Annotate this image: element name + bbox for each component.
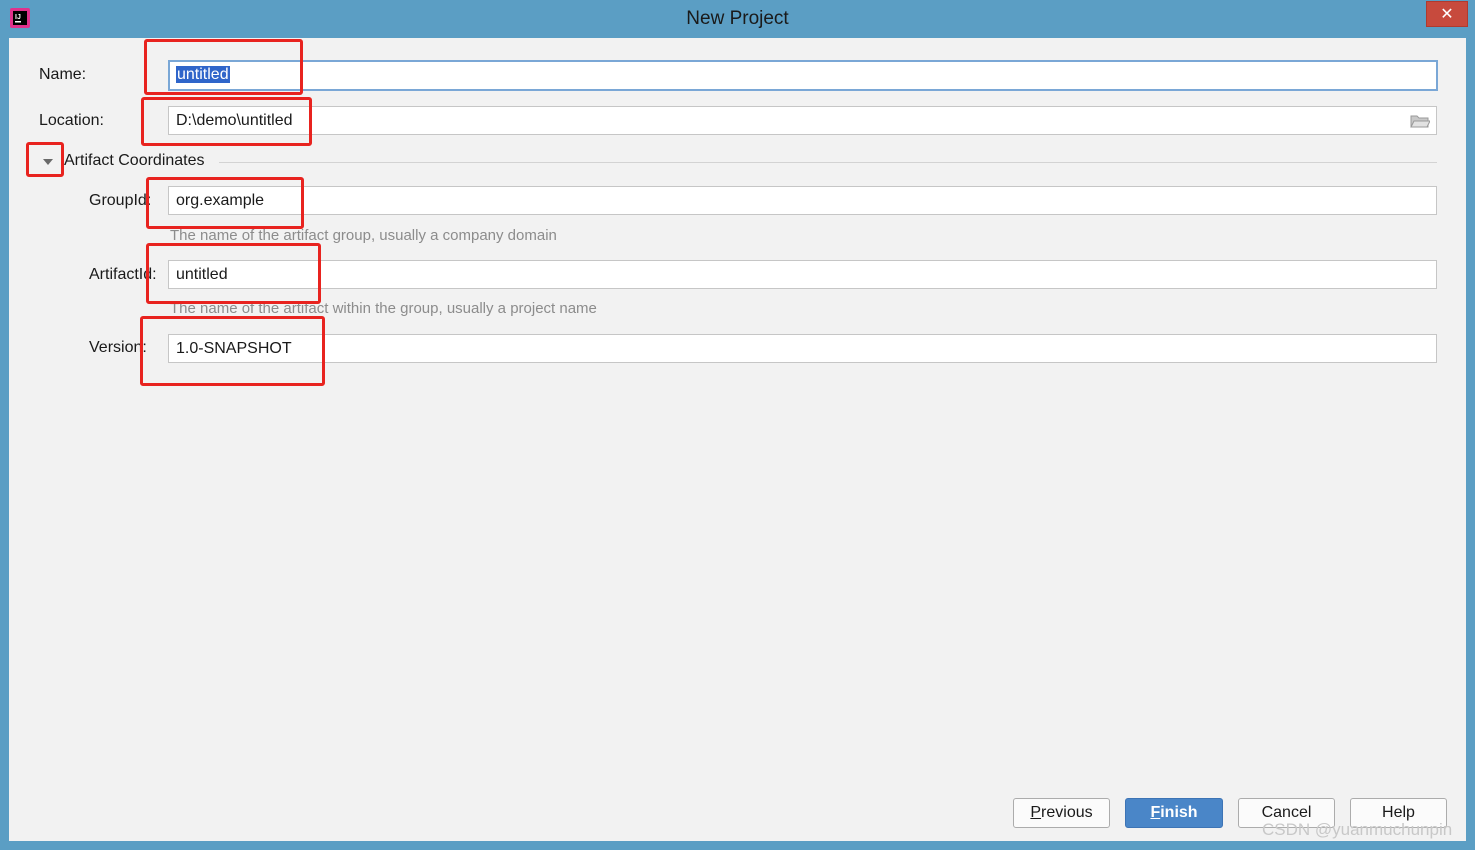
- finish-mnemonic: F: [1150, 804, 1161, 821]
- version-label: Version:: [89, 339, 147, 356]
- name-input[interactable]: untitled: [168, 60, 1438, 91]
- finish-label: inish: [1160, 804, 1198, 821]
- annotation-box-location: [141, 97, 312, 146]
- artifactid-input[interactable]: untitled: [168, 260, 1437, 289]
- location-input[interactable]: D:\demo\untitled: [168, 106, 1437, 135]
- section-divider: [219, 162, 1437, 163]
- dialog-content: Name: untitled Location: D:\demo\untitle…: [9, 38, 1466, 841]
- name-label: Name:: [39, 66, 87, 83]
- previous-button[interactable]: Previous: [1013, 798, 1110, 828]
- location-label: Location:: [39, 112, 104, 129]
- close-icon: ✕: [1440, 6, 1454, 23]
- previous-mnemonic: P: [1030, 804, 1042, 821]
- folder-icon[interactable]: [1410, 113, 1430, 129]
- title-bar[interactable]: IJ New Project ✕: [0, 0, 1475, 38]
- groupid-input[interactable]: org.example: [168, 186, 1437, 215]
- artifact-coordinates-toggle[interactable]: Artifact Coordinates: [64, 152, 205, 170]
- previous-label: revious: [1041, 804, 1093, 821]
- finish-button[interactable]: Finish: [1125, 798, 1223, 828]
- annotation-box-artifactid: [146, 243, 321, 304]
- groupid-label: GroupId:: [89, 192, 152, 209]
- annotation-box-groupid: [146, 177, 304, 229]
- annotation-box-name: [144, 39, 303, 95]
- new-project-dialog: IJ New Project ✕ Name: untitled Location…: [0, 0, 1475, 850]
- watermark-text: CSDN @yuanmuchunpin: [1262, 820, 1453, 839]
- version-input[interactable]: 1.0-SNAPSHOT: [168, 334, 1437, 363]
- groupid-hint: The name of the artifact group, usually …: [170, 227, 557, 244]
- close-button[interactable]: ✕: [1426, 1, 1468, 27]
- window-title: New Project: [686, 8, 789, 29]
- annotation-box-version: [140, 316, 325, 386]
- annotation-box-toggle: [26, 142, 64, 177]
